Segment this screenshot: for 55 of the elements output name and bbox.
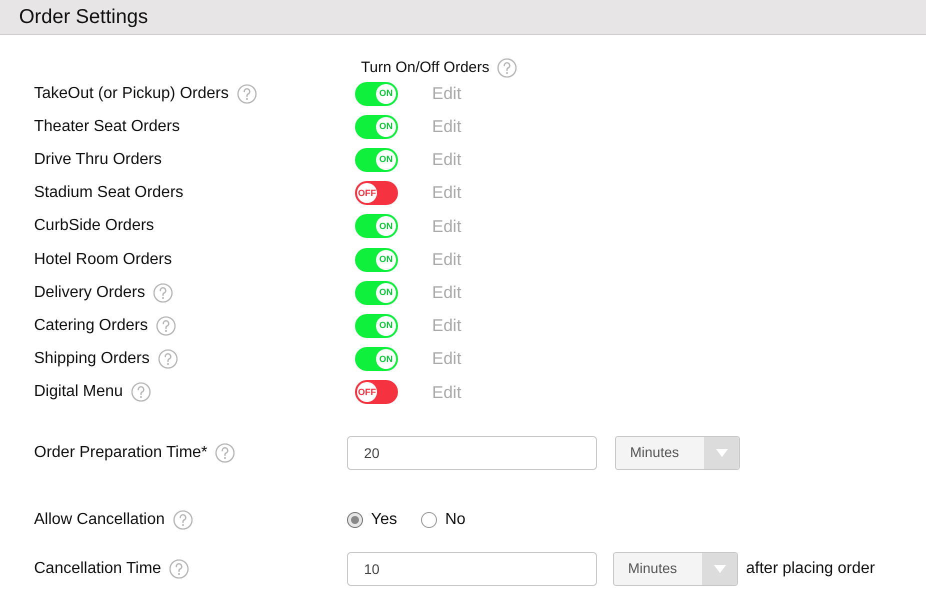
setting-label: CurbSide Orders: [34, 216, 154, 236]
caret-icon: [712, 564, 726, 574]
setting-label: Drive Thru Orders: [34, 150, 162, 170]
radio-button[interactable]: [421, 512, 438, 528]
edit-link[interactable]: Edit: [432, 246, 462, 272]
help-icon[interactable]: [497, 58, 518, 78]
edit-link[interactable]: Edit: [432, 346, 462, 372]
setting-label: Delivery Orders: [34, 282, 146, 303]
toggle-switch[interactable]: ON: [355, 347, 398, 372]
input-field[interactable]: 20: [347, 436, 597, 470]
radio-option[interactable]: Yes: [347, 508, 398, 532]
toggle-switch[interactable]: ON: [355, 280, 398, 305]
setting-label: Order Preparation Time*: [34, 442, 208, 463]
toggle-switch[interactable]: ON: [355, 248, 398, 272]
setting-label: Hotel Room Orders: [34, 250, 172, 270]
setting-label: Shipping Orders: [34, 349, 150, 370]
input-field[interactable]: 10: [347, 552, 597, 586]
unit-dropdown[interactable]: Minutes: [615, 436, 740, 470]
help-icon[interactable]: [158, 349, 178, 370]
help-icon[interactable]: [172, 510, 193, 530]
edit-link[interactable]: Edit: [432, 214, 462, 240]
edit-link[interactable]: Edit: [432, 380, 462, 406]
unit-dropdown[interactable]: Minutes: [613, 552, 738, 586]
page-title: Order Settings: [19, 7, 148, 27]
toggle-switch[interactable]: OFF: [355, 181, 398, 206]
help-icon[interactable]: [130, 382, 151, 402]
setting-label: Allow Cancellation: [34, 510, 165, 530]
edit-link[interactable]: Edit: [432, 80, 462, 106]
toggle-switch[interactable]: ON: [355, 114, 398, 139]
setting-label: Cancellation Time: [34, 558, 162, 579]
help-icon[interactable]: [153, 282, 174, 303]
radio-button[interactable]: [347, 512, 363, 528]
setting-label: Stadium Seat Orders: [34, 183, 184, 204]
help-icon[interactable]: [169, 558, 190, 579]
setting-label: Digital Menu: [34, 382, 123, 402]
suffix-text: after placing order: [746, 558, 875, 579]
radio-option[interactable]: No: [421, 508, 466, 532]
toggle-switch[interactable]: ON: [355, 148, 398, 172]
edit-link[interactable]: Edit: [432, 147, 462, 173]
help-icon[interactable]: [236, 84, 257, 104]
toggle-switch[interactable]: ON: [355, 314, 398, 338]
toggle-switch[interactable]: ON: [355, 82, 398, 106]
edit-link[interactable]: Edit: [432, 114, 462, 140]
edit-link[interactable]: Edit: [432, 313, 462, 339]
column-heading: Turn On/Off Orders: [361, 58, 490, 78]
setting-label: Catering Orders: [34, 316, 148, 336]
help-icon[interactable]: [215, 442, 236, 463]
toggle-switch[interactable]: OFF: [355, 380, 398, 404]
caret-icon: [714, 448, 728, 458]
edit-link[interactable]: Edit: [432, 180, 462, 206]
setting-label: TakeOut (or Pickup) Orders: [34, 84, 229, 104]
toggle-switch[interactable]: ON: [355, 214, 398, 238]
help-icon[interactable]: [156, 316, 176, 336]
setting-label: Theater Seat Orders: [34, 116, 180, 137]
edit-link[interactable]: Edit: [432, 280, 462, 306]
